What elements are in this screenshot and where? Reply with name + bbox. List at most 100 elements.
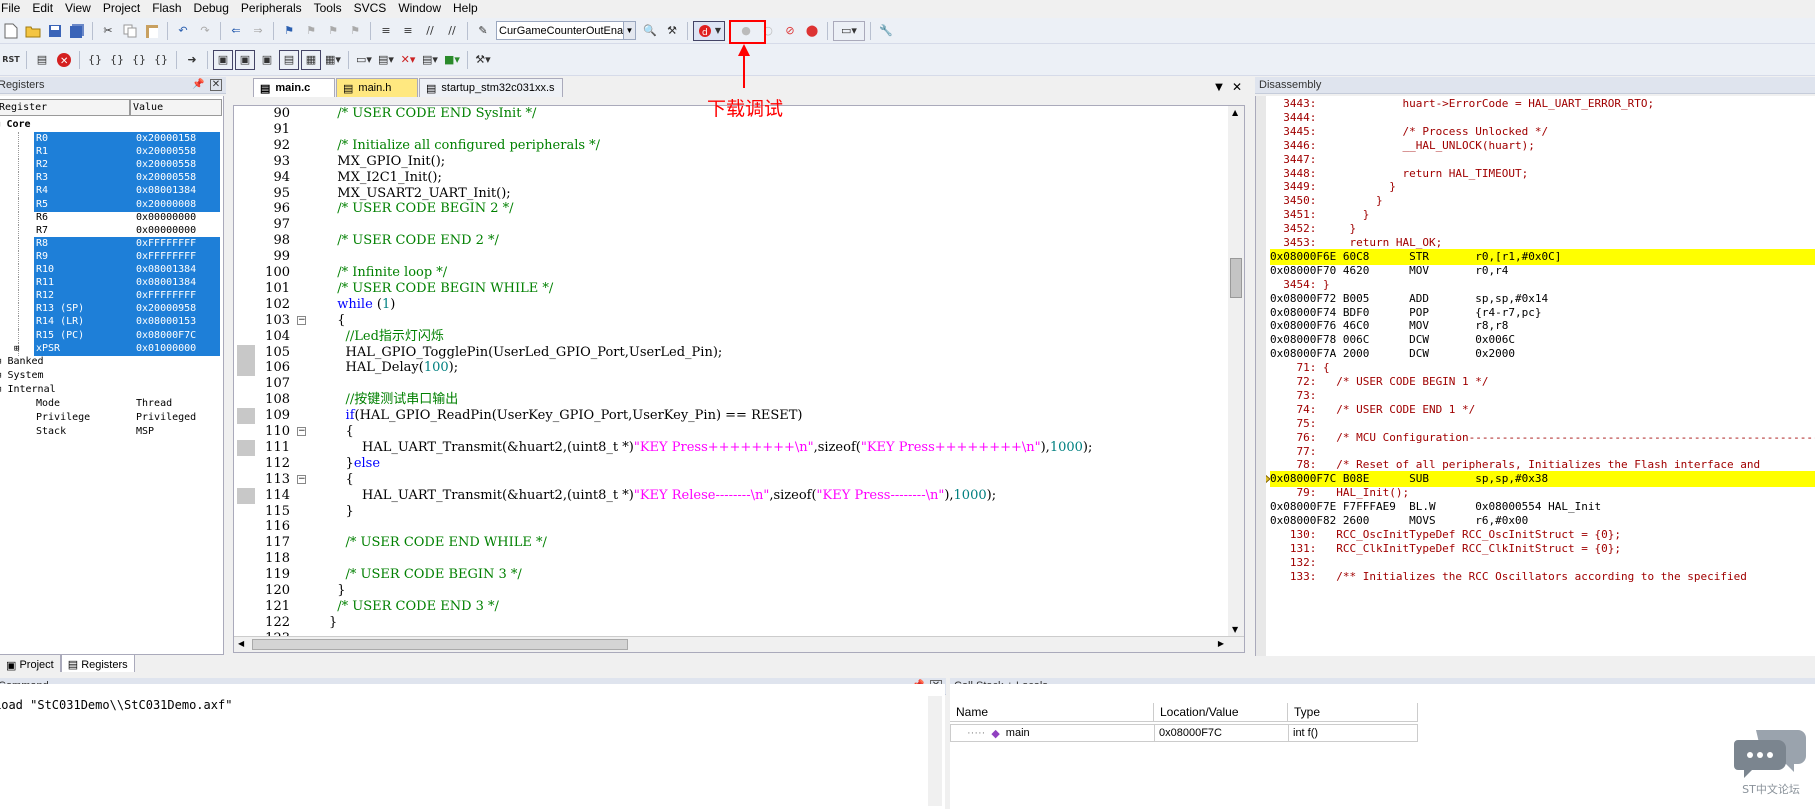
code-line[interactable]: 94 MX_I2C1_Init();	[234, 170, 1244, 186]
target-combo[interactable]: CurGameCounterOutEna ▼	[496, 21, 636, 40]
paste-icon[interactable]	[142, 21, 162, 41]
uncomment-icon[interactable]: //	[442, 21, 462, 41]
register-value[interactable]: 0x20000558	[136, 145, 196, 159]
menu-item-flash[interactable]: Flash	[146, 1, 187, 15]
register-column-header[interactable]: Register	[0, 99, 130, 116]
code-line[interactable]: 111 HAL_UART_Transmit(&huart2,(uint8_t *…	[234, 439, 1244, 456]
show-next-statement-icon[interactable]: ➜	[182, 50, 202, 70]
code-line[interactable]: 117 /* USER CODE END WHILE */	[234, 535, 1244, 551]
disassembly-window-icon[interactable]: ▣	[235, 49, 255, 70]
disassembly-line[interactable]: 133: /** Initializes the RCC Oscillators…	[1270, 569, 1815, 585]
register-row[interactable]: ⊞ xPSR 0x01000000	[0, 341, 222, 356]
code-line[interactable]: 110− {	[234, 424, 1244, 440]
serial-window-icon[interactable]: ▤▾	[376, 50, 396, 70]
prev-bookmark-icon[interactable]: ⚑	[301, 21, 321, 41]
menu-item-peripherals[interactable]: Peripherals	[235, 1, 308, 15]
register-value[interactable]: 0x08001384	[136, 263, 196, 277]
register-row[interactable]: R3 0x20000558	[0, 171, 222, 186]
register-row[interactable]: R4 0x08001384	[0, 184, 222, 199]
code-line[interactable]: 118	[234, 551, 1244, 567]
register-value[interactable]: 0x20000008	[136, 198, 196, 212]
chevron-down-icon[interactable]: ▼	[623, 22, 635, 39]
register-value[interactable]: 0xFFFFFFFF	[136, 289, 196, 303]
pin-icon[interactable]: 📌	[192, 79, 204, 90]
clear-bookmarks-icon[interactable]: ⚑	[345, 21, 365, 41]
register-group-banked[interactable]: ⊞ Banked	[0, 355, 44, 369]
scroll-right-icon[interactable]: ▶	[1218, 639, 1224, 648]
register-value[interactable]: 0x08001384	[136, 184, 196, 198]
register-value[interactable]: 0x20000158	[136, 132, 196, 146]
close-icon[interactable]: ✕	[210, 79, 222, 91]
toolbox-icon[interactable]: ⚒▾	[473, 50, 493, 70]
comment-icon[interactable]: //	[420, 21, 440, 41]
tab-main-c[interactable]: ▤ main.c	[253, 78, 335, 97]
register-value[interactable]: 0x08000F7C	[136, 329, 196, 343]
scroll-up-icon[interactable]: ▲	[1232, 108, 1238, 117]
code-line[interactable]: 95 MX_USART2_UART_Init();	[234, 186, 1244, 202]
stop-icon[interactable]: ✕	[54, 50, 74, 70]
reset-icon[interactable]: RST	[1, 50, 21, 70]
code-line[interactable]: 109 if(HAL_GPIO_ReadPin(UserKey_GPIO_Por…	[234, 408, 1244, 425]
register-group-internal[interactable]: ⊟ Internal	[0, 383, 56, 397]
menu-item-help[interactable]: Help	[447, 1, 484, 15]
register-value[interactable]: 0x00000000	[136, 224, 196, 238]
code-line[interactable]: 98 /* USER CODE END 2 */	[234, 233, 1244, 249]
code-line[interactable]: 103− {	[234, 313, 1244, 329]
expand-icon[interactable]: ⊞	[0, 357, 1, 367]
callstack-window-icon[interactable]: ▦	[301, 49, 321, 70]
callstack-row-name[interactable]: ····· ◆ main	[950, 724, 1155, 742]
code-line[interactable]: 91	[234, 122, 1244, 138]
close-tab-icon[interactable]: ✕	[1229, 80, 1245, 94]
fold-icon[interactable]: −	[297, 474, 306, 484]
register-row[interactable]: R12 0xFFFFFFFF	[0, 289, 222, 304]
register-group-system[interactable]: ⊞ System	[0, 369, 44, 383]
register-row[interactable]: R10 0x08001384	[0, 263, 222, 277]
register-value[interactable]: 0x08001384	[136, 276, 196, 290]
code-line[interactable]: 92 /* Initialize all configured peripher…	[234, 138, 1244, 154]
code-line[interactable]: 112 }else	[234, 456, 1244, 472]
menu-item-svcs[interactable]: SVCS	[348, 1, 393, 15]
callstack-panel[interactable]: Name Location/Value Type ····· ◆ main 0x…	[950, 684, 1815, 809]
code-line[interactable]: 105 HAL_GPIO_TogglePin(UserLed_GPIO_Port…	[234, 344, 1244, 361]
register-row[interactable]: R6 0x00000000	[0, 210, 222, 225]
code-line[interactable]: 104 //Led指示灯闪烁	[234, 329, 1244, 345]
menu-item-window[interactable]: Window	[392, 1, 447, 15]
scrollbar-thumb[interactable]	[1230, 258, 1242, 298]
save-icon[interactable]	[45, 21, 65, 41]
disassembly-panel[interactable]: 3443: huart->ErrorCode = HAL_UART_ERROR_…	[1255, 96, 1815, 656]
incremental-find-icon[interactable]: ⚒	[662, 21, 682, 41]
tab-main-h[interactable]: ▤ main.h	[336, 78, 418, 97]
find-icon[interactable]: 🔍	[640, 21, 660, 41]
bookmark-icon[interactable]: ⚑	[279, 21, 299, 41]
registers-window-icon[interactable]: ▤	[279, 49, 299, 70]
new-file-icon[interactable]	[1, 21, 21, 41]
command-scrollbar[interactable]	[928, 696, 942, 806]
expand-icon[interactable]: ⊟	[0, 385, 1, 395]
menu-item-edit[interactable]: Edit	[26, 1, 59, 15]
scroll-left-icon[interactable]: ◀	[238, 639, 244, 648]
command-window-icon[interactable]: ▣	[213, 49, 233, 70]
expand-icon[interactable]: ⊞	[0, 371, 1, 381]
code-line[interactable]: 101 /* USER CODE BEGIN WHILE */	[234, 281, 1244, 297]
code-line[interactable]: 116	[234, 519, 1244, 535]
register-row[interactable]: R15 (PC) 0x08000F7C	[0, 328, 222, 343]
run-icon[interactable]: ▤	[32, 50, 52, 70]
unindent-icon[interactable]: ≡	[398, 21, 418, 41]
step-out-icon[interactable]: {}	[129, 50, 149, 70]
register-value[interactable]: 0x20000558	[136, 171, 196, 185]
window-layout-icon[interactable]: ▭▾	[833, 20, 865, 41]
internal-row[interactable]: Privilege Privileged	[0, 411, 222, 425]
nav-back-icon[interactable]: ⇐	[226, 21, 246, 41]
code-line[interactable]: 120 }	[234, 583, 1244, 599]
fold-icon[interactable]: −	[297, 315, 306, 325]
register-row[interactable]: R11 0x08001384	[0, 276, 222, 291]
code-line[interactable]: 93 MX_GPIO_Init();	[234, 154, 1244, 170]
register-value[interactable]: 0xFFFFFFFF	[136, 250, 196, 264]
code-line[interactable]: 96 /* USER CODE BEGIN 2 */	[234, 201, 1244, 217]
register-row[interactable]: R5 0x20000008	[0, 197, 222, 212]
register-value[interactable]: 0x01000000	[136, 342, 196, 356]
menu-item-project[interactable]: Project	[97, 1, 146, 15]
hscrollbar-thumb[interactable]	[252, 639, 628, 650]
copy-icon[interactable]	[120, 21, 140, 41]
system-viewer-icon[interactable]: ■▾	[442, 50, 462, 70]
